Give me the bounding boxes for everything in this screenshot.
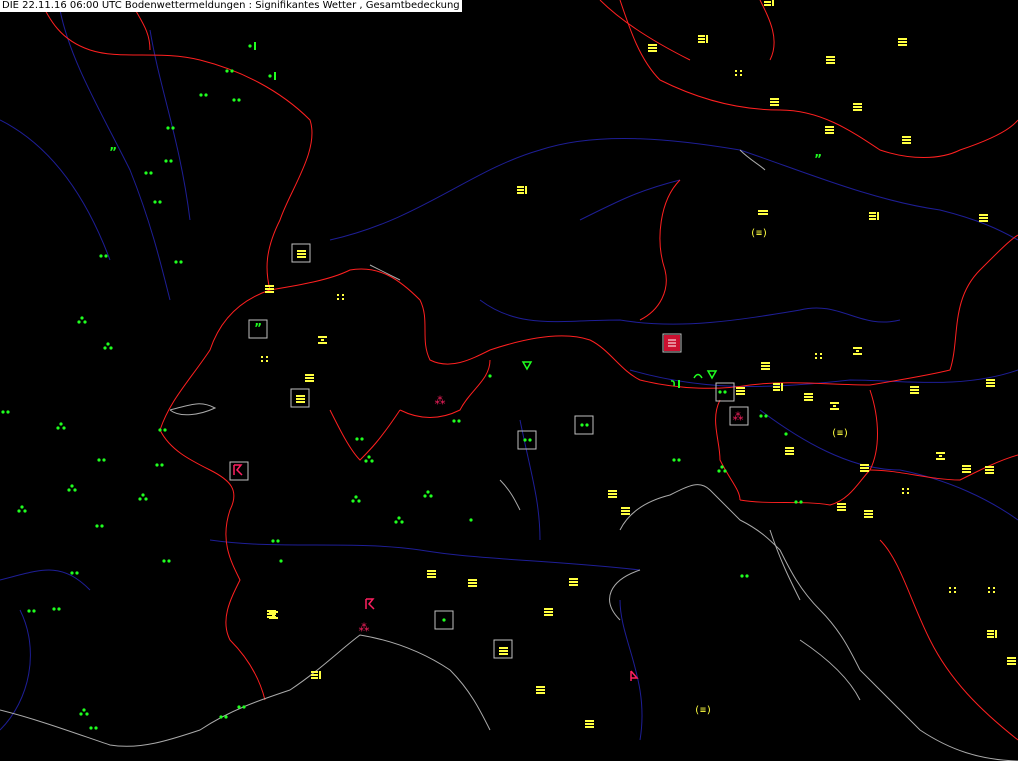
svg-text:(≡): (≡) bbox=[694, 705, 712, 716]
rain-light-symbol bbox=[469, 518, 473, 522]
svg-text:⁂: ⁂ bbox=[435, 394, 446, 407]
fog-symbol bbox=[305, 374, 314, 382]
fog-symbol bbox=[1007, 657, 1016, 665]
fog-bracket-symbol bbox=[517, 186, 527, 194]
fog-symbol bbox=[468, 579, 477, 587]
fog-symbol bbox=[761, 362, 770, 370]
fog-symbol bbox=[621, 507, 630, 515]
fog-symbol bbox=[826, 56, 835, 64]
fog-symbol bbox=[986, 379, 995, 387]
heavy-snow-symbol: ⁂ bbox=[733, 410, 744, 423]
fog-bracket-symbol bbox=[773, 383, 783, 391]
svg-text:⁂: ⁂ bbox=[733, 410, 744, 423]
fog-symbol bbox=[853, 103, 862, 111]
drizzle-comma-symbol: ” bbox=[109, 145, 117, 159]
rain-light-symbol bbox=[784, 432, 788, 436]
fog-patches-symbol: (≡) bbox=[750, 228, 768, 239]
rain-light-symbol bbox=[488, 374, 492, 378]
fog-patches-symbol: (≡) bbox=[831, 428, 849, 439]
fog-bracket-symbol bbox=[869, 212, 879, 220]
fog-symbol bbox=[902, 136, 911, 144]
fog-symbol bbox=[898, 38, 907, 46]
fog-symbol bbox=[962, 465, 971, 473]
fog-symbol bbox=[648, 44, 657, 52]
fog-symbol bbox=[296, 395, 305, 403]
fog-symbol bbox=[427, 570, 436, 578]
svg-text:”: ” bbox=[109, 145, 117, 159]
svg-text:⁂: ⁂ bbox=[359, 621, 370, 634]
fog-symbol bbox=[265, 285, 274, 293]
fog-symbol bbox=[585, 720, 594, 728]
fog-symbol bbox=[536, 686, 545, 694]
fog-symbol bbox=[569, 578, 578, 586]
svg-text:(≡): (≡) bbox=[750, 228, 768, 239]
svg-text:”: ” bbox=[814, 152, 822, 166]
fog-symbol bbox=[825, 126, 834, 134]
fog-symbol bbox=[499, 647, 508, 655]
fog-symbol bbox=[864, 510, 873, 518]
fog-symbol bbox=[979, 214, 988, 222]
fog-symbol bbox=[736, 387, 745, 395]
fog-bracket-symbol bbox=[698, 35, 708, 43]
fog-symbol bbox=[804, 393, 813, 401]
heavy-weather-box-symbol bbox=[664, 335, 680, 351]
drizzle-comma-symbol: ” bbox=[814, 152, 822, 166]
rain-light-symbol bbox=[279, 559, 283, 563]
fog-bracket-symbol bbox=[987, 630, 997, 638]
fog-symbol bbox=[608, 490, 617, 498]
fog-symbol bbox=[860, 464, 869, 472]
svg-text:(≡): (≡) bbox=[831, 428, 849, 439]
heavy-snow-symbol: ⁂ bbox=[359, 621, 370, 634]
rain-light-symbol bbox=[442, 618, 446, 622]
fog-bracket-symbol bbox=[311, 671, 321, 679]
fog-patches-symbol: (≡) bbox=[694, 705, 712, 716]
fog-symbol bbox=[910, 386, 919, 394]
weather-map: ” ” (≡) ” ⁂ ⁂ (≡) ⁂ (≡) bbox=[0, 0, 1018, 761]
map-title: DIE 22.11.16 06:00 UTC Bodenwettermeldun… bbox=[0, 0, 462, 12]
fog-symbol bbox=[985, 466, 994, 474]
svg-text:”: ” bbox=[254, 321, 262, 335]
fog-symbol bbox=[297, 250, 306, 258]
fog-symbol bbox=[770, 98, 779, 106]
fog-symbol bbox=[544, 608, 553, 616]
heavy-snow-symbol: ⁂ bbox=[435, 394, 446, 407]
fog-symbol bbox=[785, 447, 794, 455]
drizzle-comma-symbol: ” bbox=[254, 321, 262, 335]
fog-symbol bbox=[837, 503, 846, 511]
fog-symbol bbox=[267, 610, 276, 618]
